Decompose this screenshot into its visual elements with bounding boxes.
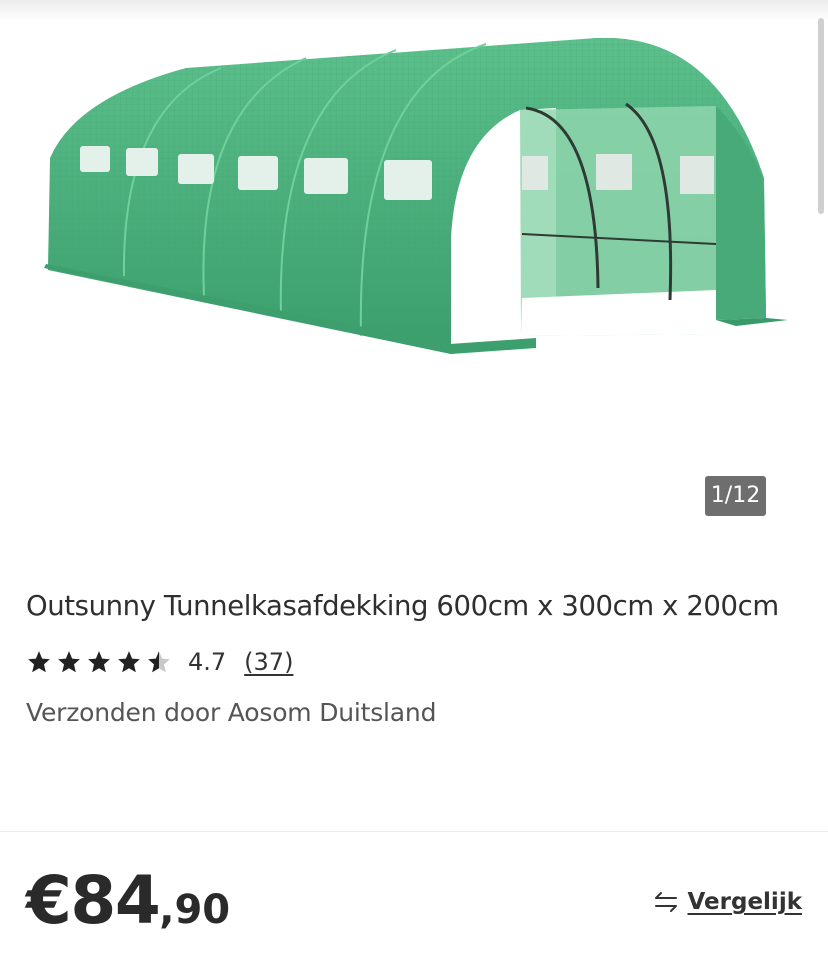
star-filled-icon: [88, 651, 110, 673]
compare-arrows-icon: [654, 892, 677, 912]
header-shadow: [0, 0, 828, 22]
product-image-gallery[interactable]: 1/12: [0, 22, 828, 537]
star-filled-icon: [28, 651, 50, 673]
rating-stars: [26, 649, 172, 675]
section-divider: [0, 831, 828, 832]
review-count-link[interactable]: (37): [244, 648, 293, 676]
seller-info: Verzonden door Aosom Duitsland: [26, 698, 437, 727]
product-image: [44, 38, 788, 354]
compare-label: Vergelijk: [687, 889, 803, 915]
price-cents: ,90: [159, 887, 231, 933]
product-info: Outsunny Tunnelkasafdekking 600cm x 300c…: [26, 580, 802, 727]
product-price: €84,90: [26, 862, 230, 939]
rating-row: 4.7 (37): [26, 644, 802, 680]
price-main: €84: [26, 862, 161, 939]
rating-value: 4.7: [188, 648, 227, 676]
image-page-counter: 1/12: [705, 476, 766, 516]
star-filled-icon: [58, 651, 80, 673]
star-half-icon: [148, 651, 170, 673]
product-title: Outsunny Tunnelkasafdekking 600cm x 300c…: [26, 590, 779, 622]
compare-button[interactable]: Vergelijk: [652, 888, 803, 916]
star-filled-icon: [118, 651, 140, 673]
